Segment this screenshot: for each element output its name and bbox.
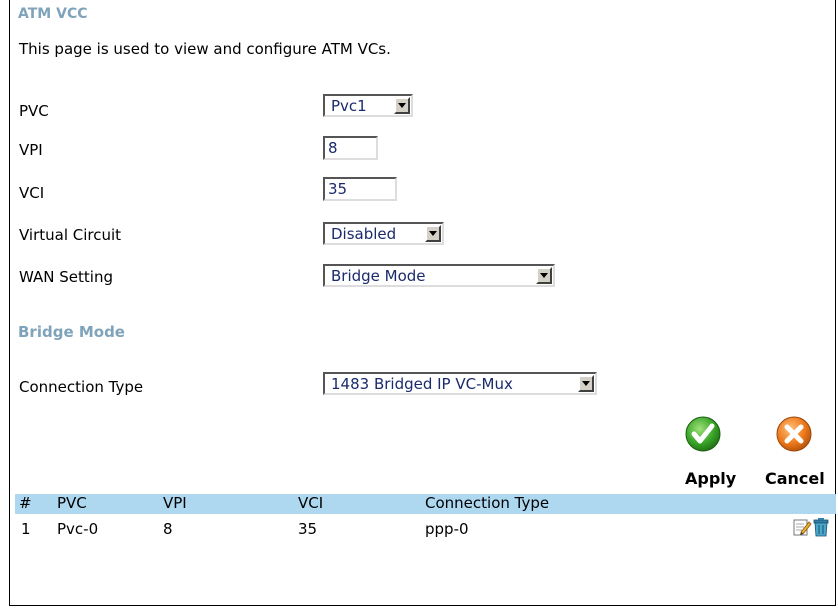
connection-type-select[interactable]: 1483 Bridged IP VC-Mux [323, 372, 597, 395]
pvc-select-value: Pvc1 [331, 96, 367, 115]
wan-setting-label: WAN Setting [19, 268, 113, 286]
table-header-vpi: VPI [163, 494, 187, 512]
table-cell-vci: 35 [298, 520, 318, 538]
connection-type-label: Connection Type [19, 378, 144, 396]
apply-button-label[interactable]: Apply [685, 469, 736, 488]
virtual-circuit-select-value: Disabled [331, 224, 397, 243]
vci-label: VCI [19, 184, 45, 202]
trash-icon[interactable] [813, 517, 829, 537]
virtual-circuit-label: Virtual Circuit [19, 226, 122, 244]
table-cell-index: 1 [21, 520, 31, 538]
page-title: ATM VCC [18, 6, 88, 22]
wan-setting-select-value: Bridge Mode [331, 266, 426, 285]
table-header-connection-type: Connection Type [425, 494, 550, 512]
chevron-down-icon[interactable] [578, 375, 594, 392]
bridge-mode-section-title: Bridge Mode [18, 323, 125, 341]
table-header-pvc: PVC [57, 494, 87, 512]
table-header-vci: VCI [298, 494, 324, 512]
chevron-down-icon[interactable] [536, 267, 552, 284]
chevron-down-icon[interactable] [394, 97, 410, 114]
table-cell-vpi: 8 [163, 520, 173, 538]
cancel-button[interactable] [775, 415, 813, 457]
vpi-input[interactable]: 8 [323, 136, 378, 160]
page-frame [9, 0, 836, 606]
pvc-select[interactable]: Pvc1 [323, 94, 413, 117]
row-actions [792, 517, 829, 537]
cancel-button-label[interactable]: Cancel [765, 469, 825, 488]
wan-setting-select[interactable]: Bridge Mode [323, 264, 555, 287]
pvc-label: PVC [19, 102, 49, 120]
table-cell-pvc: Pvc-0 [57, 520, 99, 538]
apply-button[interactable] [684, 415, 722, 457]
connection-type-select-value: 1483 Bridged IP VC-Mux [331, 374, 513, 393]
virtual-circuit-select[interactable]: Disabled [323, 222, 444, 245]
vci-input[interactable]: 35 [323, 177, 397, 201]
table-cell-connection-type: ppp-0 [425, 520, 469, 538]
chevron-down-icon[interactable] [425, 225, 441, 242]
check-circle-icon [685, 416, 721, 452]
table-header-index: # [19, 494, 32, 512]
edit-icon[interactable] [792, 517, 812, 537]
page-description: This page is used to view and configure … [19, 40, 391, 58]
vpi-label: VPI [19, 141, 43, 159]
x-circle-icon [776, 416, 812, 452]
